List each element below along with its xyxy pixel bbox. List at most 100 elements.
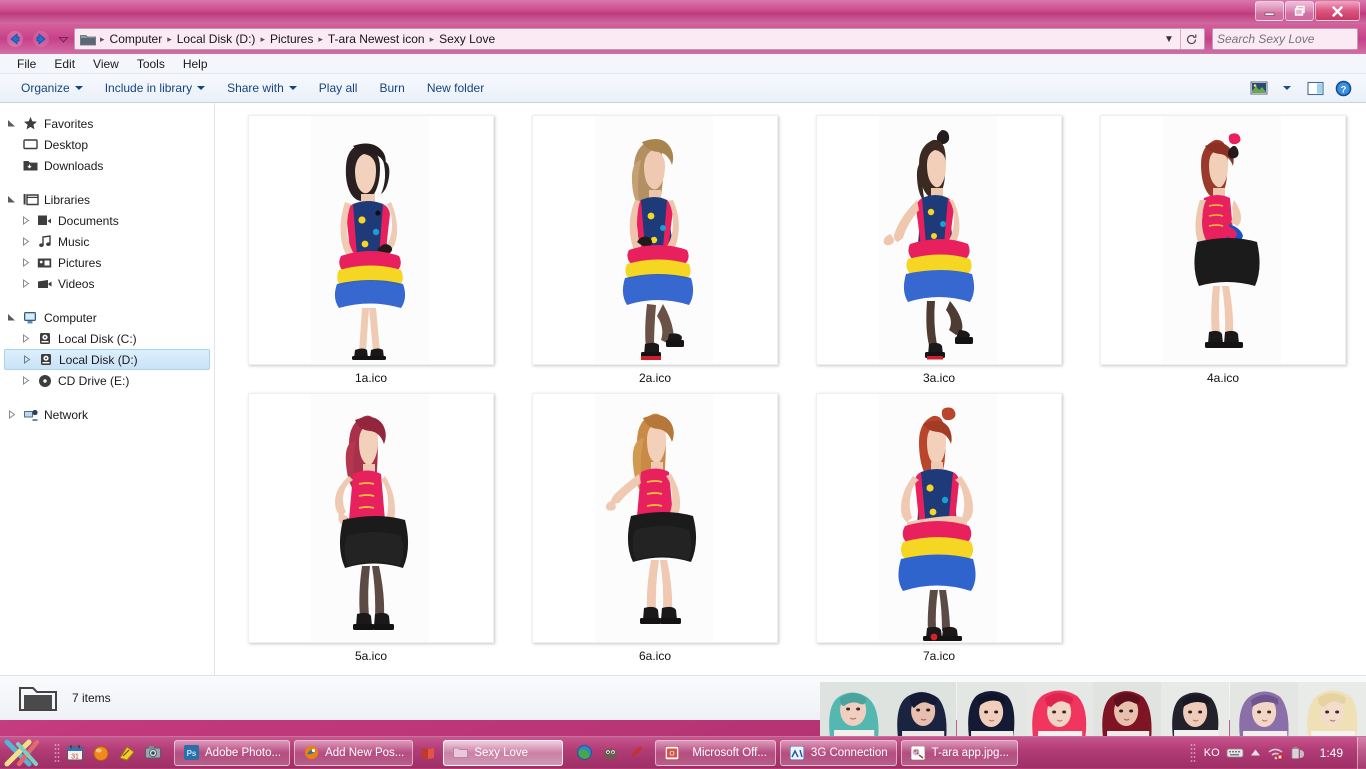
sidebar-item-videos[interactable]: Videos: [0, 273, 214, 294]
restore-button[interactable]: [1285, 1, 1314, 21]
sidebar-item-music[interactable]: Music: [0, 231, 214, 252]
sidebar-item-computer[interactable]: Computer: [0, 307, 214, 328]
camera-icon[interactable]: [140, 739, 166, 767]
gimp-icon[interactable]: [597, 739, 623, 767]
taskbar-button-sexy-love[interactable]: Sexy Love: [443, 740, 563, 766]
thumbnail-idol-pink-top-black-skirt[interactable]: [1100, 115, 1346, 365]
file-item-4a[interactable]: 4a.ico: [1081, 115, 1365, 393]
taskbar-button-adobe-photoshop[interactable]: Ps Adobe Photo...: [174, 740, 290, 766]
taskbar-button-3g-connection[interactable]: 3G Connection: [780, 740, 897, 766]
help-icon[interactable]: ?: [1330, 77, 1356, 99]
menu-edit[interactable]: Edit: [45, 55, 84, 73]
sidebar-item-downloads[interactable]: Downloads: [0, 155, 214, 176]
thumbnail-idol-leg-raised-colorful-ruffle-dress[interactable]: [532, 115, 778, 365]
tray-grip[interactable]: [1188, 741, 1198, 765]
show-desktop-button[interactable]: [1357, 737, 1366, 769]
taskbar-button-label: Add New Pos...: [325, 747, 404, 759]
yellow-note-icon[interactable]: [114, 739, 140, 767]
play-all-button[interactable]: Play all: [308, 78, 369, 98]
breadcrumb-pictures[interactable]: Pictures: [266, 30, 317, 48]
expanded-twisty-icon[interactable]: [6, 118, 17, 129]
file-item-5a[interactable]: 5a.ico: [229, 393, 513, 671]
include-in-library-button[interactable]: Include in library: [94, 78, 216, 98]
file-item-6a[interactable]: 6a.ico: [513, 393, 797, 671]
portrait-8: [1298, 682, 1366, 738]
minimize-button[interactable]: [1255, 1, 1284, 21]
breadcrumb-computer[interactable]: Computer: [106, 30, 167, 48]
expanded-twisty-icon[interactable]: [6, 194, 17, 205]
collapsed-twisty-icon[interactable]: [20, 257, 31, 268]
breadcrumb-local-disk-d[interactable]: Local Disk (D:): [173, 30, 260, 48]
thumbnail-idol-side-pose-colorful-ruffle-dress[interactable]: [816, 115, 1062, 365]
file-item-7a[interactable]: 7a.ico: [797, 393, 1081, 671]
taskbar-button-microsoft-office[interactable]: O Microsoft Off...: [655, 740, 776, 766]
share-with-button[interactable]: Share with: [216, 78, 308, 98]
sidebar-item-favorites[interactable]: Favorites: [0, 113, 214, 134]
forward-arrow-icon[interactable]: [30, 28, 52, 50]
play-all-label: Play all: [319, 81, 358, 95]
menu-view[interactable]: View: [84, 55, 128, 73]
expanded-twisty-icon[interactable]: [6, 312, 17, 323]
thumbnail-idol-arm-out-pink-top-black-skirt[interactable]: [532, 393, 778, 643]
sidebar-item-network[interactable]: Network: [0, 404, 214, 425]
file-list-view[interactable]: 1a.ico: [215, 103, 1366, 675]
red-book-icon[interactable]: [415, 739, 441, 767]
organize-button[interactable]: Organize: [10, 78, 94, 98]
menu-tools[interactable]: Tools: [128, 55, 174, 73]
address-bar[interactable]: ▸ Computer ▸ Local Disk (D:) ▸ Pictures …: [74, 28, 1205, 50]
taskbar-button-tara-app-jpg[interactable]: T-ara app.jpg...: [901, 740, 1018, 766]
address-history-caret-icon[interactable]: ▼: [1158, 29, 1180, 49]
burn-button[interactable]: Burn: [368, 78, 415, 98]
sidebar-item-pictures[interactable]: Pictures: [0, 252, 214, 273]
breadcrumb-tara-newest-icon[interactable]: T-ara Newest icon: [324, 30, 429, 48]
breadcrumb-sexy-love[interactable]: Sexy Love: [435, 30, 499, 48]
file-item-1a[interactable]: 1a.ico: [229, 115, 513, 393]
recent-pages-chevron-icon[interactable]: [56, 28, 70, 50]
back-arrow-icon[interactable]: [4, 28, 26, 50]
taskbar-button-add-new-post[interactable]: Add New Pos...: [294, 740, 413, 766]
search-input[interactable]: [1217, 32, 1366, 46]
file-item-2a[interactable]: 2a.ico: [513, 115, 797, 393]
tray-language-indicator[interactable]: KO: [1204, 739, 1220, 767]
red-swoosh-icon[interactable]: [623, 739, 649, 767]
sidebar-item-local-disk-c[interactable]: Local Disk (C:): [0, 328, 214, 349]
thumbnail-idol-standing-colorful-ruffle-dress[interactable]: [248, 115, 494, 365]
thumbnail-idol-hands-on-hips-ruffle-dress[interactable]: [816, 393, 1062, 643]
menu-help[interactable]: Help: [174, 55, 217, 73]
collapsed-twisty-icon[interactable]: [20, 236, 31, 247]
sidebar-item-desktop[interactable]: Desktop: [0, 134, 214, 155]
photoshop-icon: Ps: [183, 745, 199, 761]
title-bar[interactable]: [0, 0, 1366, 24]
orange-orb-icon[interactable]: [88, 739, 114, 767]
collapsed-twisty-icon[interactable]: [20, 333, 31, 344]
calendar-icon[interactable]: 31: [62, 739, 88, 767]
start-orb[interactable]: [0, 737, 52, 769]
navigation-pane[interactable]: Favorites Desktop Downloads: [0, 103, 215, 675]
file-item-3a[interactable]: 3a.ico: [797, 115, 1081, 393]
collapsed-twisty-icon[interactable]: [21, 354, 32, 365]
battery-icon[interactable]: [1290, 739, 1306, 767]
keyboard-icon[interactable]: [1226, 739, 1244, 767]
sidebar-item-cd-drive-e[interactable]: CD Drive (E:): [0, 370, 214, 391]
menu-file[interactable]: File: [8, 55, 45, 73]
close-button[interactable]: [1315, 1, 1360, 21]
network-disconnected-icon[interactable]: [1267, 739, 1284, 767]
clock[interactable]: 1:49: [1312, 746, 1351, 760]
sidebar-item-local-disk-d[interactable]: Local Disk (D:): [4, 349, 210, 370]
collapsed-twisty-icon[interactable]: [20, 375, 31, 386]
collapsed-twisty-icon[interactable]: [6, 409, 17, 420]
collapsed-twisty-icon[interactable]: [20, 278, 31, 289]
views-chevron-down-icon[interactable]: [1274, 77, 1300, 99]
sidebar-item-libraries[interactable]: Libraries: [0, 189, 214, 210]
sidebar-item-documents[interactable]: Documents: [0, 210, 214, 231]
views-picture-icon[interactable]: [1246, 77, 1272, 99]
quicklaunch-grip[interactable]: [52, 741, 62, 765]
thumbnail-idol-red-hair-pink-top-black-tutu[interactable]: [248, 393, 494, 643]
preview-pane-icon[interactable]: [1302, 77, 1328, 99]
new-folder-button[interactable]: New folder: [416, 78, 495, 98]
earth-icon[interactable]: [571, 739, 597, 767]
collapsed-twisty-icon[interactable]: [20, 215, 31, 226]
search-box[interactable]: [1212, 28, 1358, 50]
refresh-icon[interactable]: [1180, 29, 1202, 49]
show-hidden-icons-arrow[interactable]: [1250, 739, 1261, 767]
